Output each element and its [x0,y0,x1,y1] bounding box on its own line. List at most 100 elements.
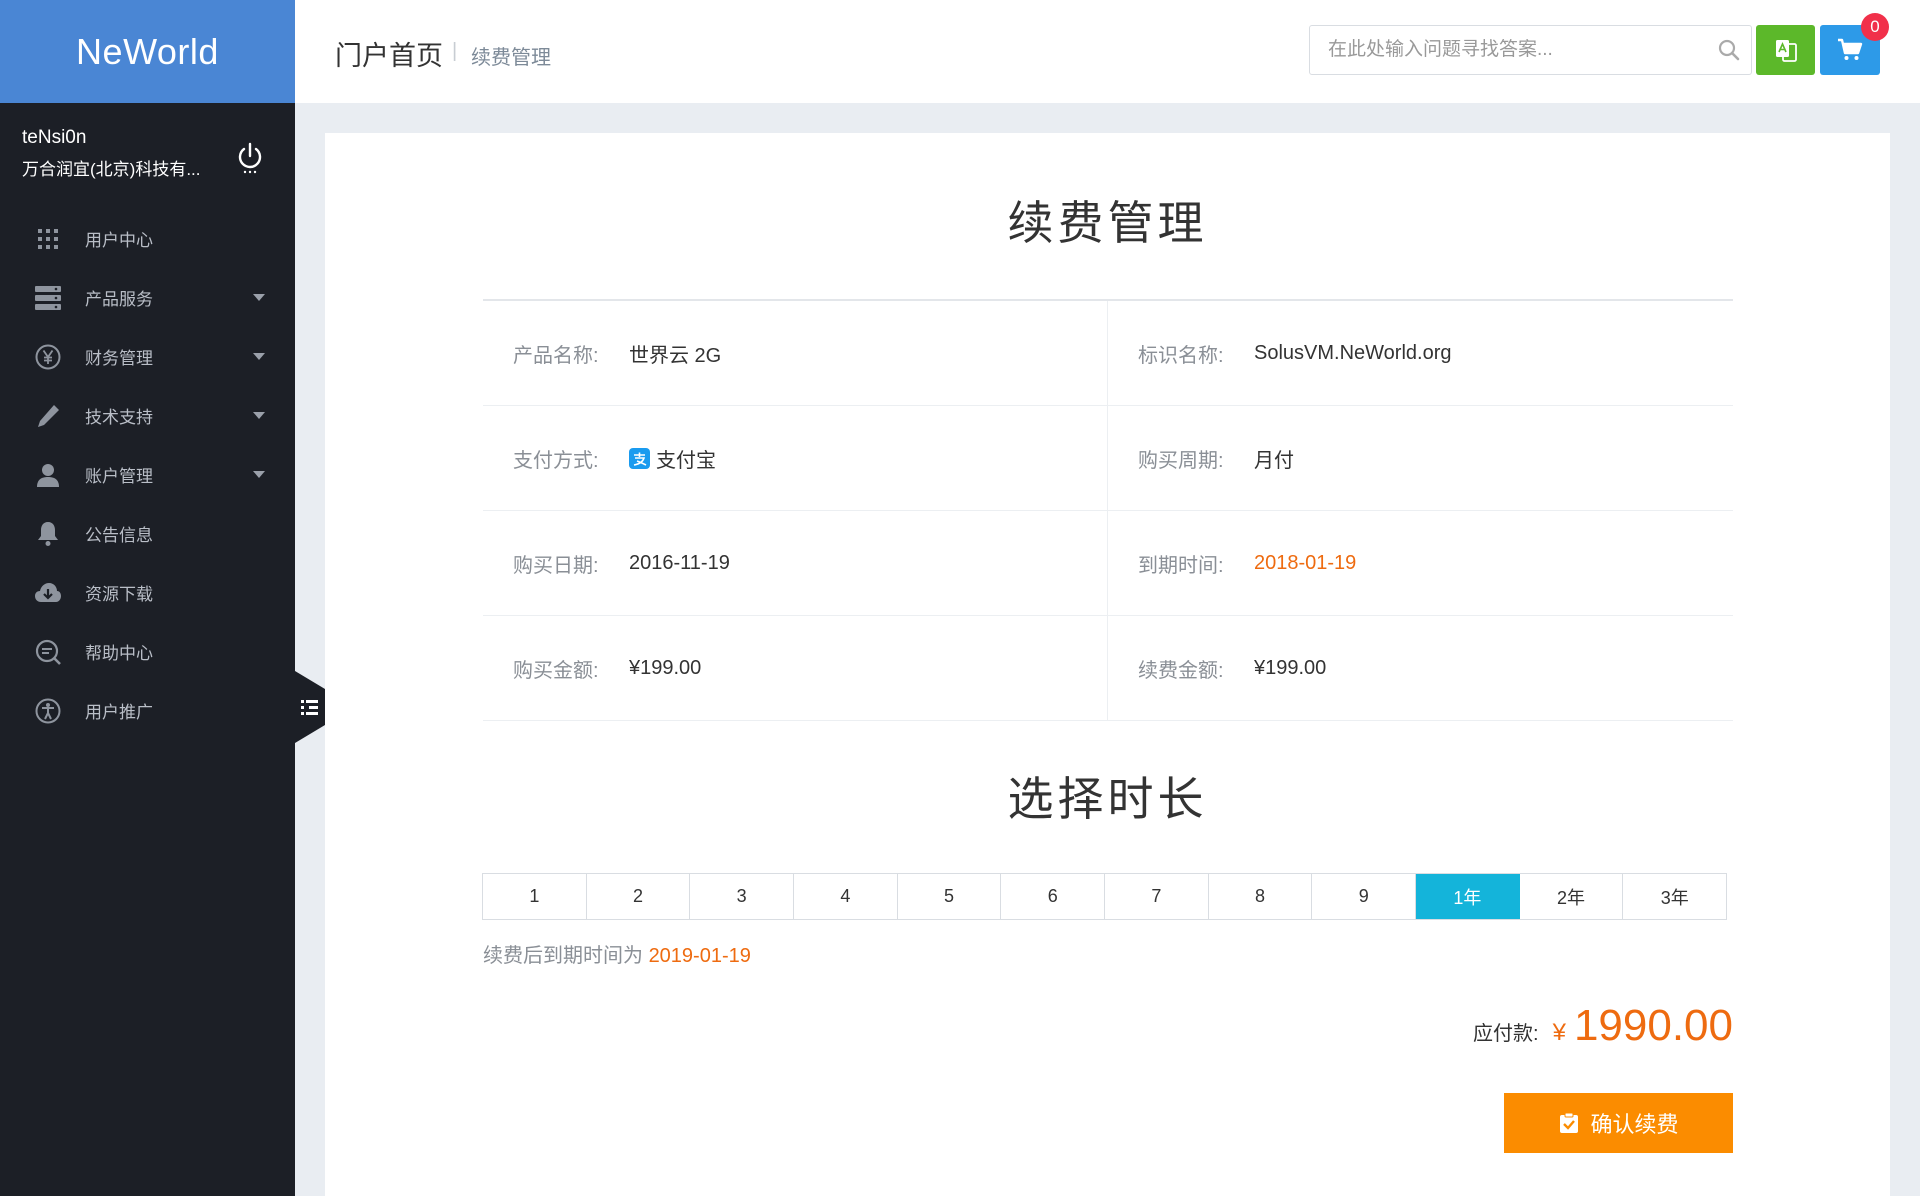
info-cell: 标识名称: SolusVM.NeWorld.org [1108,301,1733,405]
payment-method-text: 支付宝 [656,449,716,472]
duration-option-6[interactable]: 6 [1001,874,1106,919]
checklist-icon [1560,1112,1579,1133]
translate-button[interactable] [1756,25,1815,75]
sidebar-item-referral[interactable]: 用户推广 [0,681,295,740]
cart-count-badge: 0 [1861,13,1889,41]
table-row: 支付方式: 支付宝 购买周期: 月付 [483,406,1733,511]
breadcrumb-home[interactable]: 门户首页 [335,34,443,73]
duration-title: 选择时长 [1007,773,1208,825]
payment-method-value: 支付宝 [629,444,716,473]
search-icon[interactable] [1717,38,1741,62]
confirm-renewal-button[interactable]: 确认续费 [1504,1093,1733,1153]
product-name-value: 世界云 2G [629,344,722,367]
server-icon [34,284,62,312]
search-input[interactable] [1328,39,1708,61]
breadcrumb-separator: | [452,40,458,62]
accessibility-icon [34,697,62,725]
sidebar-item-label: 资源下载 [85,585,153,604]
sidebar-item-label: 账户管理 [85,467,153,486]
table-row: 产品名称: 世界云 2G 标识名称: SolusVM.NeWorld.org [483,301,1733,406]
sidebar: NeWorld teNsi0n 万合润宜(北京)科技有... 用户中心 产品服务… [0,0,295,1196]
duration-option-3[interactable]: 3 [690,874,795,919]
duration-option-1-year[interactable]: 1年 [1416,874,1520,919]
duration-option-9[interactable]: 9 [1312,874,1417,919]
search-box [1309,25,1752,75]
duration-option-7[interactable]: 7 [1105,874,1209,919]
sidebar-item-finance[interactable]: 财务管理 [0,327,295,386]
duration-option-5[interactable]: 5 [897,874,1002,919]
new-expiry-date: 2019-01-19 [648,945,751,967]
breadcrumb-current: 续费管理 [471,47,551,69]
expiry-note-text: 续费后到期时间为 [483,945,643,967]
chevron-down-icon [253,412,265,419]
purchase-amount-value: ¥199.00 [629,656,702,679]
duration-selector: 1 2 3 4 5 6 7 8 9 1年 2年 3年 [482,873,1727,920]
table-row: 购买金额: ¥199.00 续费金额: ¥199.00 [483,616,1733,721]
amount-due-value: 1990.00 [1573,1001,1733,1050]
purchase-date-value: 2016-11-19 [629,551,730,574]
billing-cycle-label: 购买周期: [1138,449,1224,472]
power-icon[interactable] [235,141,265,175]
bell-icon [34,520,62,548]
help-search-icon [34,638,62,666]
hostname-value: SolusVM.NeWorld.org [1254,341,1452,364]
sidebar-item-support[interactable]: 技术支持 [0,386,295,445]
yen-icon [34,343,62,371]
renewal-amount-value: ¥199.00 [1254,656,1327,679]
currency-symbol: ¥ [1552,1019,1566,1046]
sidebar-item-announcements[interactable]: 公告信息 [0,504,295,563]
info-cell: 购买周期: 月付 [1108,406,1733,510]
brand-logo[interactable]: NeWorld [0,0,295,103]
info-cell: 购买金额: ¥199.00 [483,616,1108,720]
duration-option-3-years[interactable]: 3年 [1623,874,1727,919]
expiry-date-value: 2018-01-19 [1254,551,1357,574]
sidebar-item-label: 产品服务 [85,290,153,309]
info-cell: 续费金额: ¥199.00 [1108,616,1733,720]
expiry-date-label: 到期时间: [1138,554,1224,577]
pencil-icon [34,402,62,430]
duration-option-4[interactable]: 4 [794,874,898,919]
alipay-icon [629,447,650,469]
cart-icon [1838,38,1863,60]
info-cell: 到期时间: 2018-01-19 [1108,511,1733,615]
top-header: 门户首页 | 续费管理 0 [295,0,1920,103]
sidebar-item-label: 用户中心 [85,231,153,250]
chevron-down-icon [253,353,265,360]
sidebar-item-help[interactable]: 帮助中心 [0,622,295,681]
renewal-card: 续费管理 产品名称: 世界云 2G 标识名称: SolusVM.NeWorld.… [325,133,1890,1196]
billing-cycle-value: 月付 [1254,449,1294,472]
duration-option-2-years[interactable]: 2年 [1519,874,1624,919]
chevron-down-icon [253,294,265,301]
sidebar-item-label: 财务管理 [85,349,153,368]
sidebar-item-account[interactable]: 账户管理 [0,445,295,504]
sidebar-item-downloads[interactable]: 资源下载 [0,563,295,622]
product-name-label: 产品名称: [513,344,599,367]
sidebar-item-label: 帮助中心 [85,644,153,663]
renewal-expiry-note: 续费后到期时间为 2019-01-19 [483,939,751,968]
sidebar-item-products[interactable]: 产品服务 [0,268,295,327]
renewal-amount-label: 续费金额: [1138,659,1224,682]
grid-icon [34,225,62,253]
duration-option-2[interactable]: 2 [586,874,691,919]
info-cell: 支付方式: 支付宝 [483,406,1108,510]
sidebar-toggle-icon[interactable] [295,671,325,743]
user-panel: teNsi0n 万合润宜(北京)科技有... [0,103,295,205]
purchase-date-label: 购买日期: [513,554,599,577]
service-info-table: 产品名称: 世界云 2G 标识名称: SolusVM.NeWorld.org 支… [483,299,1733,721]
duration-option-1[interactable]: 1 [483,874,587,919]
sidebar-item-label: 技术支持 [85,408,153,427]
info-cell: 购买日期: 2016-11-19 [483,511,1108,615]
duration-option-8[interactable]: 8 [1208,874,1313,919]
cloud-download-icon [34,579,62,607]
amount-due-label: 应付款: [1473,1023,1539,1045]
user-icon [34,461,62,489]
confirm-renewal-label: 确认续费 [1590,1112,1679,1137]
payment-method-label: 支付方式: [513,449,599,472]
sidebar-item-label: 用户推广 [85,703,153,722]
table-row: 购买日期: 2016-11-19 到期时间: 2018-01-19 [483,511,1733,616]
hostname-label: 标识名称: [1138,344,1224,367]
purchase-amount-label: 购买金额: [513,659,599,682]
chevron-down-icon [253,471,265,478]
sidebar-item-user-center[interactable]: 用户中心 [0,209,295,268]
amount-due: 应付款: ¥ 1990.00 [1473,1001,1733,1051]
